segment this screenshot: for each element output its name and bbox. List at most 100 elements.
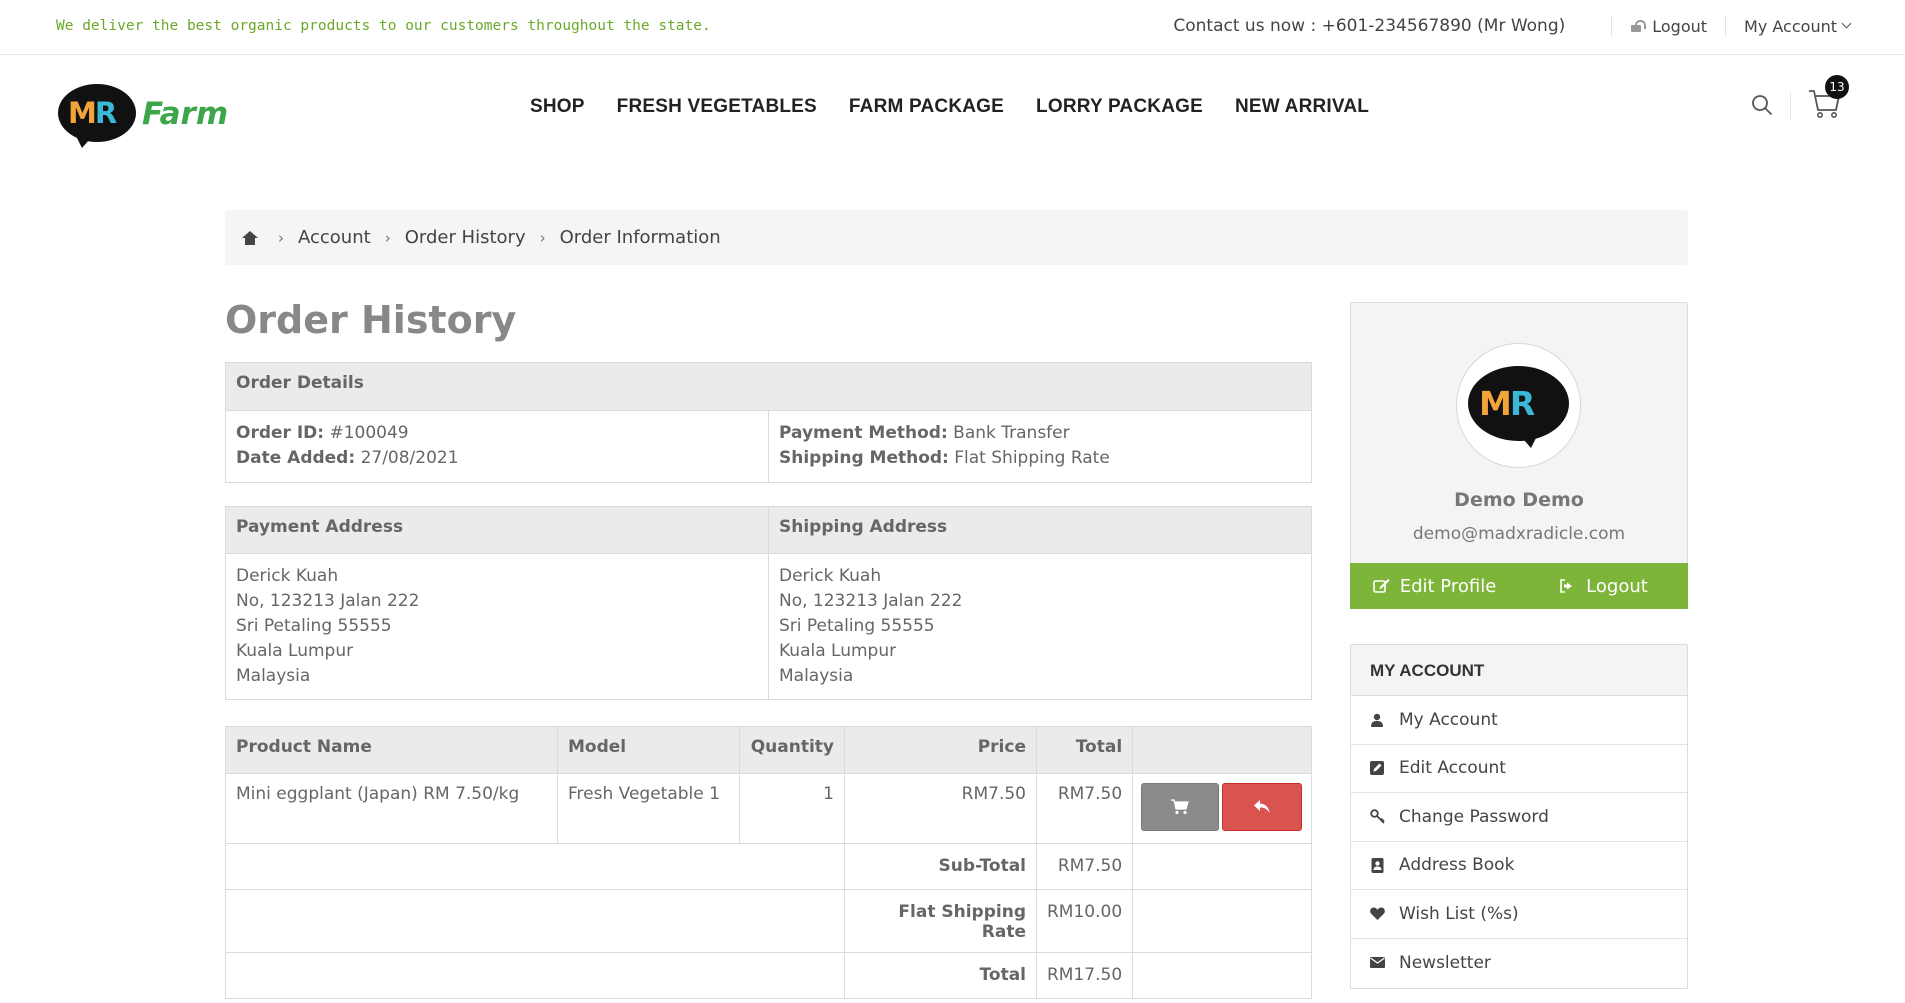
avatar: MR	[1456, 343, 1581, 468]
profile-email: demo@madxradicle.com	[1412, 524, 1626, 544]
nav-shop[interactable]: SHOP	[530, 96, 585, 118]
edit-square-icon	[1369, 760, 1385, 776]
payment-method-label: Payment Method:	[779, 423, 948, 443]
edit-profile-button[interactable]: Edit Profile	[1350, 576, 1519, 597]
breadcrumb: › Account › Order History › Order Inform…	[225, 210, 1688, 265]
cart-icon	[1171, 799, 1189, 815]
logo-letter-m: M	[68, 96, 97, 130]
profile-actions: Edit Profile Logout	[1350, 563, 1688, 609]
nav-fresh-vegetables[interactable]: FRESH VEGETABLES	[617, 96, 817, 118]
account-menu-label: My Account	[1399, 709, 1498, 730]
empty-cell	[1132, 952, 1312, 999]
col-product-name: Product Name	[225, 726, 558, 774]
breadcrumb-separator: ›	[278, 228, 284, 247]
top-logout-link[interactable]: Logout	[1630, 17, 1707, 36]
address-line: Derick Kuah	[779, 566, 882, 586]
envelope-icon	[1369, 955, 1385, 971]
empty-cell	[1132, 889, 1312, 953]
address-line: No, 123213 Jalan 222	[236, 591, 420, 611]
avatar-bubble-tail	[1517, 432, 1539, 448]
col-quantity: Quantity	[739, 726, 845, 774]
breadcrumb-order-history[interactable]: Order History	[405, 227, 526, 248]
unlock-icon	[1630, 20, 1647, 32]
profile-logout-label: Logout	[1586, 575, 1648, 597]
product-quantity: 1	[739, 773, 845, 844]
account-menu-label: Address Book	[1399, 855, 1515, 876]
my-account-label: My Account	[1744, 16, 1837, 36]
profile-logout-button[interactable]: Logout	[1519, 576, 1688, 597]
shipping-method-value: Flat Shipping Rate	[954, 448, 1110, 468]
account-menu-edit-account[interactable]: Edit Account	[1351, 745, 1687, 793]
my-account-dropdown[interactable]: My Account	[1744, 16, 1852, 36]
divider	[1611, 16, 1613, 36]
tagline: We deliver the best organic products to …	[56, 18, 711, 34]
account-menu-header: MY ACCOUNT	[1351, 645, 1687, 696]
search-icon[interactable]	[1751, 94, 1773, 116]
breadcrumb-separator: ›	[539, 228, 546, 247]
shipping-address-header: Shipping Address	[768, 506, 1312, 554]
breadcrumb-account[interactable]: Account	[298, 227, 371, 248]
profile-name: Demo Demo	[1454, 489, 1584, 511]
order-details-table: Order Details Order ID: #100049 Date Add…	[225, 362, 1312, 483]
address-line: Sri Petaling 55555	[779, 616, 935, 636]
total-value: RM17.50	[1035, 952, 1134, 999]
account-menu-label: Newsletter	[1399, 952, 1491, 973]
avatar-mark: MR	[1479, 384, 1535, 423]
col-price: Price	[844, 726, 1037, 774]
col-total: Total	[1035, 726, 1134, 774]
return-button[interactable]	[1222, 783, 1303, 831]
logo-letter-r: R	[94, 96, 117, 130]
account-menu-change-password[interactable]: Change Password	[1351, 793, 1687, 842]
site-logo[interactable]: MR Farm	[58, 82, 228, 148]
account-menu-label: Edit Account	[1399, 758, 1506, 779]
key-icon	[1369, 809, 1385, 825]
payment-address-header: Payment Address	[225, 506, 769, 554]
order-id-value: #100049	[329, 423, 409, 443]
address-line: Kuala Lumpur	[779, 641, 897, 661]
sign-out-icon	[1560, 579, 1573, 593]
order-info-cell: Order ID: #100049 Date Added: 27/08/2021	[225, 410, 769, 483]
nav-new-arrival[interactable]: NEW ARRIVAL	[1235, 96, 1369, 118]
empty-cell	[225, 952, 845, 999]
subtotal-row: Sub-Total RM7.50	[225, 843, 1312, 890]
main-nav: SHOP FRESH VEGETABLES FARM PACKAGE LORRY…	[530, 96, 1401, 118]
col-actions	[1132, 726, 1312, 774]
home-icon[interactable]	[242, 230, 258, 245]
breadcrumb-order-information[interactable]: Order Information	[560, 227, 721, 248]
account-menu-newsletter[interactable]: Newsletter	[1351, 939, 1687, 988]
nav-farm-package[interactable]: FARM PACKAGE	[849, 96, 1004, 118]
shipping-method-label: Shipping Method:	[779, 448, 949, 468]
account-menu-address-book[interactable]: Address Book	[1351, 842, 1687, 890]
empty-cell	[225, 889, 845, 953]
avatar-letter-r: R	[1509, 384, 1535, 423]
edit-profile-label: Edit Profile	[1399, 575, 1497, 597]
table-row: Mini eggplant (Japan) RM 7.50/kg Fresh V…	[225, 773, 1312, 844]
order-details-header: Order Details	[225, 362, 1312, 411]
account-menu-my-account[interactable]: My Account	[1351, 696, 1687, 745]
subtotal-value: RM7.50	[1035, 843, 1134, 890]
shipping-address: Derick Kuah No, 123213 Jalan 222 Sri Pet…	[768, 553, 1312, 700]
address-line: Sri Petaling 55555	[236, 616, 392, 636]
page-title: Order History	[225, 298, 517, 342]
product-price: RM7.50	[844, 773, 1037, 844]
chevron-down-icon	[1841, 18, 1852, 28]
account-menu-label: Wish List (%s)	[1399, 903, 1519, 924]
payment-method-value: Bank Transfer	[953, 423, 1070, 443]
cart-count-badge: 13	[1825, 75, 1849, 99]
empty-cell	[225, 843, 845, 890]
reorder-button[interactable]	[1141, 783, 1220, 831]
user-icon	[1369, 712, 1385, 728]
account-menu-wish-list[interactable]: Wish List (%s)	[1351, 890, 1687, 939]
address-line: Derick Kuah	[236, 566, 339, 586]
nav-lorry-package[interactable]: LORRY PACKAGE	[1036, 96, 1203, 118]
address-line: Malaysia	[779, 666, 854, 686]
address-book-icon	[1369, 857, 1385, 873]
logo-bubble-tail	[74, 132, 96, 148]
shipping-row: Flat Shipping Rate RM10.00	[225, 889, 1312, 953]
product-actions	[1132, 773, 1312, 844]
divider	[1725, 16, 1727, 36]
edit-icon	[1372, 579, 1390, 593]
order-id-label: Order ID:	[236, 423, 325, 443]
breadcrumb-separator: ›	[384, 228, 391, 247]
logo-mark: MR	[68, 96, 117, 130]
